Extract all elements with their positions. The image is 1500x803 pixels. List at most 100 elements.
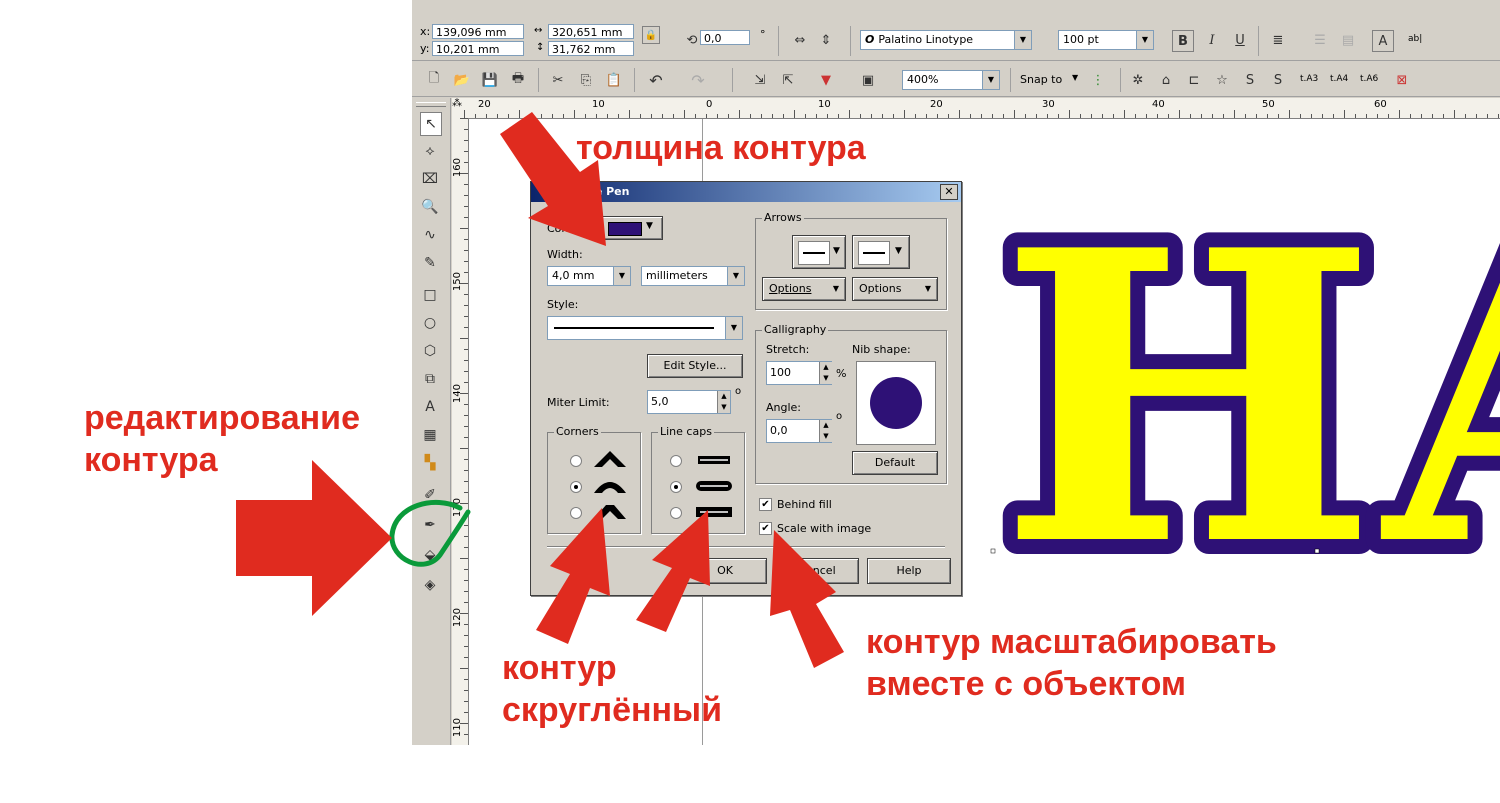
import-icon[interactable]: ⇲ xyxy=(750,70,770,90)
object-width-field[interactable]: 320,651 mm xyxy=(548,24,634,39)
banner-shape-icon[interactable]: ⌂ xyxy=(1156,70,1176,90)
page-a3-button[interactable]: t.A3 xyxy=(1300,74,1318,84)
width-select[interactable]: 4,0 mm ▼ xyxy=(547,266,631,286)
chevron-down-icon[interactable]: ▼ xyxy=(613,267,630,285)
ok-button[interactable]: OK xyxy=(683,558,767,584)
rectangle-tool-icon[interactable]: □ xyxy=(420,284,440,306)
cap-square-radio[interactable] xyxy=(670,507,682,519)
star-icon[interactable]: ☆ xyxy=(1212,70,1232,90)
behind-fill-checkbox[interactable]: ✔ xyxy=(759,498,772,511)
ruler-tick xyxy=(460,448,468,449)
edit-text-button[interactable]: ab| xyxy=(1408,34,1422,44)
chevron-down-icon[interactable]: ▼ xyxy=(982,71,999,89)
undo-icon[interactable]: ↶ xyxy=(646,70,666,90)
scale-with-image-checkbox[interactable]: ✔ xyxy=(759,522,772,535)
mirror-horizontal-icon[interactable]: ⇔ xyxy=(790,30,810,50)
shape-tool-icon[interactable]: ⟡ xyxy=(420,140,440,162)
ruler-origin-icon[interactable]: ⁂ xyxy=(452,98,464,119)
mirror-vertical-icon[interactable]: ⇕ xyxy=(816,30,836,50)
object-height-field[interactable]: 31,762 mm xyxy=(548,41,634,56)
cancel-button[interactable]: Cancel xyxy=(775,558,859,584)
application-launcher-icon[interactable]: ▼ xyxy=(816,70,836,90)
selection-node[interactable] xyxy=(990,548,996,554)
corner-miter-radio[interactable] xyxy=(570,455,582,467)
rotation-angle-field[interactable]: 0,0 xyxy=(700,30,750,45)
help-button[interactable]: Help xyxy=(867,558,951,584)
underline-button[interactable]: U xyxy=(1230,30,1250,50)
lock-ratio-icon[interactable]: 🔒 xyxy=(642,26,660,44)
selection-node[interactable] xyxy=(1314,548,1320,554)
smart-fill-tool-icon[interactable]: ✎ xyxy=(420,252,440,274)
open-folder-icon[interactable]: 📂 xyxy=(452,70,472,90)
interactive-blend-tool-icon[interactable]: ▚ xyxy=(420,452,440,474)
close-page-icon[interactable]: ⊠ xyxy=(1392,70,1412,90)
start-arrow-options-button[interactable]: Options ▼ xyxy=(762,277,846,301)
character-format-icon[interactable]: A xyxy=(1372,30,1394,52)
chevron-down-icon[interactable]: ▼ xyxy=(725,317,742,339)
line-style-select[interactable]: ▼ xyxy=(547,316,743,340)
export-icon[interactable]: ⇱ xyxy=(778,70,798,90)
units-select[interactable]: millimeters ▼ xyxy=(641,266,745,286)
new-document-icon[interactable]: 🗋 xyxy=(424,70,444,90)
text-tool-icon[interactable]: A xyxy=(420,396,440,418)
spiral-icon[interactable]: S xyxy=(1240,70,1260,90)
miter-spinner[interactable]: ▲ ▼ xyxy=(717,391,730,413)
text-object-ha[interactable]: НА xyxy=(989,229,1500,569)
chevron-down-icon[interactable]: ▼ xyxy=(727,267,744,285)
italic-button[interactable]: I xyxy=(1202,30,1222,50)
corner-round-radio[interactable] xyxy=(570,481,582,493)
cap-round-radio[interactable] xyxy=(670,481,682,493)
chevron-down-icon[interactable]: ▼ xyxy=(1072,73,1078,82)
page-a4-button[interactable]: t.A4 xyxy=(1330,74,1348,84)
ruler-tick xyxy=(1223,114,1224,118)
zoom-tool-icon[interactable]: 🔍 xyxy=(420,196,440,218)
start-arrow-select[interactable]: ▼ xyxy=(792,235,846,269)
snap-options-icon[interactable]: ⋮ xyxy=(1088,70,1108,90)
ruler-tick xyxy=(464,459,468,460)
end-arrow-select[interactable]: ▼ xyxy=(852,235,910,269)
dialog-titlebar[interactable]: Outline Pen ✕ xyxy=(531,182,961,202)
spiral-2-icon[interactable]: S xyxy=(1268,70,1288,90)
freehand-tool-icon[interactable]: ∿ xyxy=(420,224,440,246)
angle-spinner[interactable]: ▲ ▼ xyxy=(819,420,832,442)
x-position-field[interactable]: 139,096 mm xyxy=(432,24,524,39)
y-position-field[interactable]: 10,201 mm xyxy=(432,41,524,56)
basic-shapes-tool-icon[interactable]: ⧉ xyxy=(420,368,440,390)
color-picker-button[interactable]: ▼ xyxy=(601,216,663,240)
paragraph-format-icon[interactable]: ≣ xyxy=(1268,30,1288,50)
paste-icon[interactable]: 📋 xyxy=(604,70,624,90)
cut-icon[interactable]: ✂ xyxy=(548,70,568,90)
bold-button[interactable]: B xyxy=(1172,30,1194,52)
close-icon[interactable]: ✕ xyxy=(940,184,958,200)
table-tool-icon[interactable]: ▦ xyxy=(420,424,440,446)
snap-to-menu[interactable]: Snap to xyxy=(1020,73,1062,86)
pick-tool-icon[interactable]: ↖ xyxy=(420,112,442,136)
stretch-spinner[interactable]: ▲ ▼ xyxy=(819,362,832,384)
ellipse-tool-icon[interactable]: ○ xyxy=(420,312,440,334)
nib-shape-preview[interactable] xyxy=(856,361,936,445)
chevron-down-icon[interactable]: ▼ xyxy=(1014,31,1031,49)
font-size-select[interactable]: 100 pt ▼ xyxy=(1058,30,1154,50)
star-shape-icon[interactable]: ✲ xyxy=(1128,70,1148,90)
welcome-screen-icon[interactable]: ▣ xyxy=(858,70,878,90)
corner-bevel-radio[interactable] xyxy=(570,507,582,519)
ruler-tick xyxy=(464,679,468,680)
print-icon[interactable]: 🖶 xyxy=(508,70,528,90)
toolbox-grip[interactable] xyxy=(416,102,446,107)
crop-tool-icon[interactable]: ⌧ xyxy=(420,168,440,190)
callout-shape-icon[interactable]: ⊏ xyxy=(1184,70,1204,90)
default-button[interactable]: Default xyxy=(852,451,938,475)
edit-style-button[interactable]: Edit Style... xyxy=(647,354,743,378)
ruler-tick xyxy=(871,114,872,118)
end-arrow-options-button[interactable]: Options ▼ xyxy=(852,277,938,301)
save-icon[interactable]: 💾 xyxy=(480,70,500,90)
copy-icon[interactable]: ⎘ xyxy=(576,70,596,90)
polygon-tool-icon[interactable]: ⬡ xyxy=(420,340,440,362)
font-name-select[interactable]: O Palatino Linotype ▼ xyxy=(860,30,1032,50)
zoom-level-select[interactable]: 400% ▼ xyxy=(902,70,1000,90)
page-a6-button[interactable]: t.A6 xyxy=(1360,74,1378,84)
chevron-down-icon[interactable]: ▼ xyxy=(1136,31,1153,49)
cap-butt-radio[interactable] xyxy=(670,455,682,467)
ruler-tick xyxy=(464,382,468,383)
ruler-tick-label: 60 xyxy=(1374,99,1387,110)
